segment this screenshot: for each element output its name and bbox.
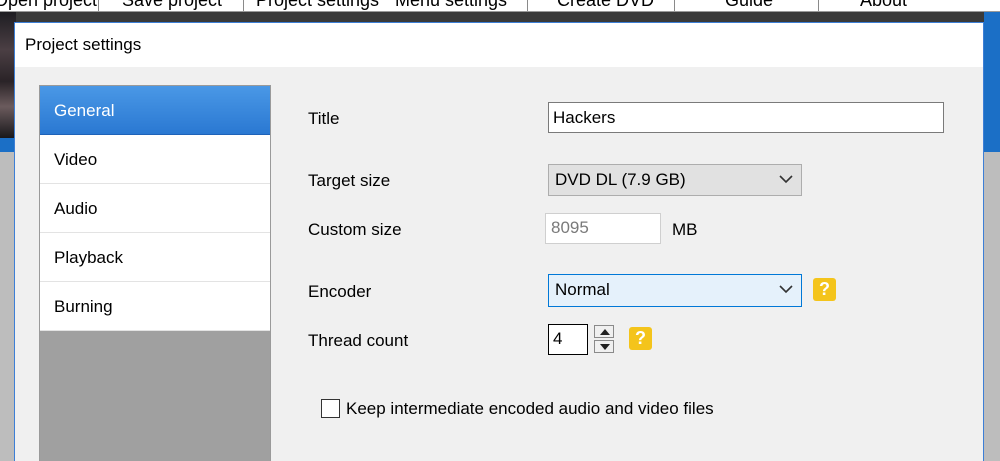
title-input[interactable] <box>548 102 944 133</box>
settings-nav-panel: General Video Audio Playback Burning <box>39 85 271 461</box>
target-size-label: Target size <box>308 171 391 190</box>
nav-item-audio[interactable]: Audio <box>40 184 270 233</box>
title-label: Title <box>308 109 340 128</box>
custom-size-unit: MB <box>672 220 698 239</box>
thread-count-input[interactable]: 4 <box>548 324 588 355</box>
chevron-down-icon <box>779 285 793 294</box>
dialog-title-bar[interactable]: Project settings <box>15 23 983 67</box>
menu-separator <box>674 0 675 11</box>
menu-open-project[interactable]: Open project <box>0 0 97 11</box>
target-size-value: DVD DL (7.9 GB) <box>555 170 686 189</box>
encoder-label: Encoder <box>308 282 372 301</box>
background-panel-right <box>984 12 1000 152</box>
custom-size-label: Custom size <box>308 220 402 239</box>
background-menu-bar: Open project Save project Project settin… <box>0 0 1000 12</box>
target-size-select[interactable]: DVD DL (7.9 GB) <box>548 164 802 196</box>
menu-separator <box>243 0 244 11</box>
arrow-up-icon <box>600 329 610 335</box>
menu-separator <box>818 0 819 11</box>
project-settings-dialog: Project settings General Video Audio Pla… <box>14 22 984 461</box>
menu-save-project[interactable]: Save project <box>122 0 222 11</box>
encoder-value: Normal <box>555 280 610 299</box>
nav-item-burning[interactable]: Burning <box>40 282 270 331</box>
menu-guide[interactable]: Guide <box>725 0 773 11</box>
encoder-help-icon[interactable]: ? <box>813 278 836 301</box>
keep-files-label[interactable]: Keep intermediate encoded audio and vide… <box>346 399 714 419</box>
menu-project-settings[interactable]: Project settings <box>256 0 379 11</box>
menu-about[interactable]: About <box>860 0 907 11</box>
dialog-title: Project settings <box>25 35 142 54</box>
thread-count-help-icon[interactable]: ? <box>629 327 652 350</box>
menu-create-dvd[interactable]: Create DVD <box>557 0 654 11</box>
thread-count-up-button[interactable] <box>594 325 614 338</box>
menu-separator <box>527 0 528 11</box>
nav-item-general[interactable]: General <box>40 86 270 135</box>
thread-count-label: Thread count <box>308 331 409 350</box>
custom-size-input: 8095 <box>545 213 661 244</box>
thread-count-down-button[interactable] <box>594 340 614 353</box>
background-panel-right-lower <box>984 152 1000 461</box>
chevron-down-icon <box>779 175 793 184</box>
nav-item-playback[interactable]: Playback <box>40 233 270 282</box>
menu-menu-settings[interactable]: Menu settings <box>395 0 507 11</box>
encoder-select[interactable]: Normal <box>548 274 802 307</box>
nav-item-video[interactable]: Video <box>40 135 270 184</box>
arrow-down-icon <box>600 344 610 350</box>
keep-files-checkbox[interactable] <box>321 399 340 418</box>
menu-separator <box>98 0 99 11</box>
